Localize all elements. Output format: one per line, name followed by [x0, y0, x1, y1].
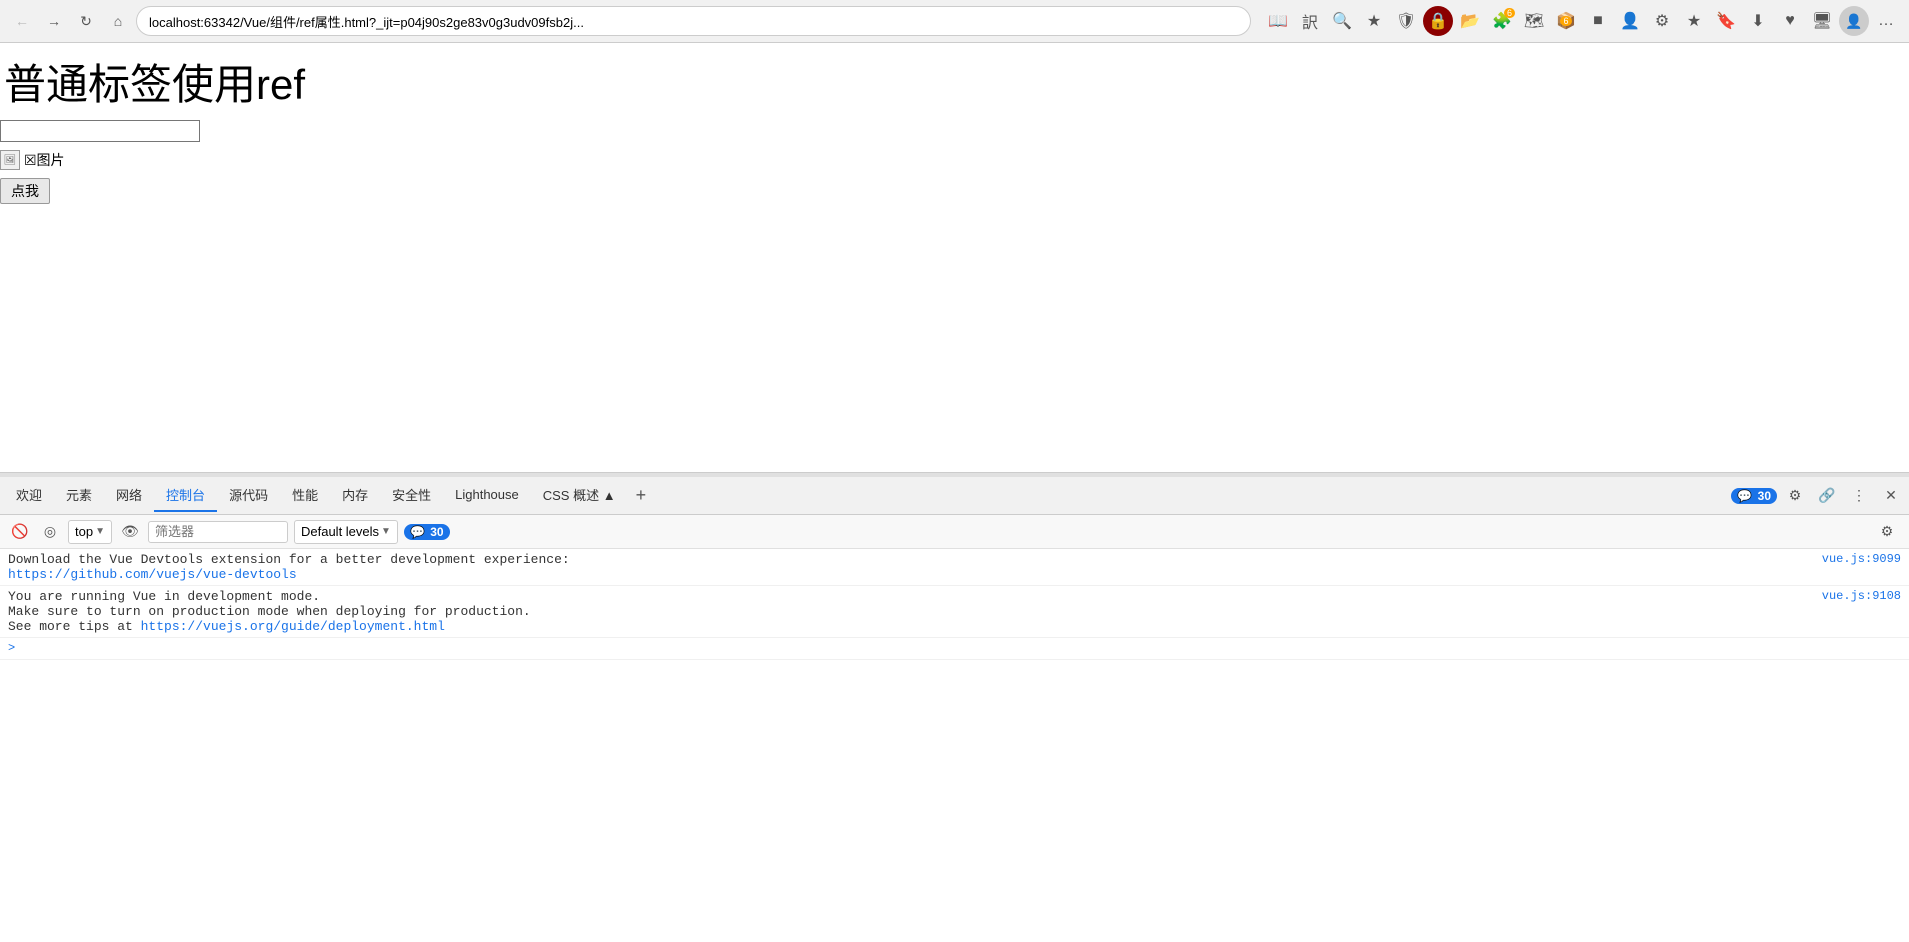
- devtools-more-button[interactable]: ⋮: [1845, 482, 1873, 510]
- devtools-close-button[interactable]: ✕: [1877, 482, 1905, 510]
- img-label: ☒图片: [24, 150, 65, 170]
- console-message-1: Download the Vue Devtools extension for …: [0, 549, 1909, 586]
- back-button[interactable]: ←: [8, 7, 36, 35]
- browser-toolbar-icons: 📖 訳 🔍 ★ 🛡 🔒 📂 🧩6 🗺 📦6 ■ 👤 ⚙ ★ 🔖 ⬇ ♥ 🖥 👤 …: [1263, 6, 1901, 36]
- context-label: top: [75, 524, 93, 539]
- browser-chrome: ← → ↻ ⌂ 📖 訳 🔍 ★ 🛡 🔒 📂 🧩6 🗺 📦6 ■ 👤 ⚙ ★ 🔖 …: [0, 0, 1909, 43]
- level-label: Default levels: [301, 524, 379, 539]
- tab-performance[interactable]: 性能: [280, 479, 330, 512]
- translate-button[interactable]: 訳: [1295, 6, 1325, 36]
- console-badge: 💬 30: [1731, 488, 1777, 504]
- console-msg-text-2: You are running Vue in development mode.…: [8, 589, 1814, 634]
- filter-toggle-button[interactable]: ◎: [38, 520, 62, 544]
- chevron-down-icon: ▼: [95, 526, 105, 537]
- ext3-button[interactable]: 📂: [1455, 6, 1485, 36]
- profile-button[interactable]: 👤: [1839, 6, 1869, 36]
- tab-network[interactable]: 网络: [104, 479, 154, 512]
- tab-elements[interactable]: 元素: [54, 479, 104, 512]
- devtools-settings-button[interactable]: ⚙: [1781, 482, 1809, 510]
- expand-arrow[interactable]: >: [8, 641, 15, 655]
- ext8-button[interactable]: 👤: [1615, 6, 1645, 36]
- ext6-button[interactable]: 📦6: [1551, 6, 1581, 36]
- home-button[interactable]: ⌂: [104, 7, 132, 35]
- address-bar[interactable]: [136, 6, 1251, 36]
- console-output: Download the Vue Devtools extension for …: [0, 549, 1909, 942]
- tab-welcome[interactable]: 欢迎: [4, 479, 54, 512]
- page-content: 普通标签使用ref 🖼 ☒图片 点我: [0, 43, 1909, 433]
- tab-console[interactable]: 控制台: [154, 479, 217, 512]
- ext10-button[interactable]: ★: [1679, 6, 1709, 36]
- clear-console-button[interactable]: 🚫: [8, 520, 32, 544]
- console-msg-line-1: Download the Vue Devtools extension for …: [8, 552, 570, 567]
- badge-count: 30: [1758, 489, 1771, 503]
- level-select[interactable]: Default levels ▼: [294, 520, 398, 544]
- add-tab-button[interactable]: +: [628, 483, 655, 508]
- ext7-button[interactable]: ■: [1583, 6, 1613, 36]
- nav-bar: ← → ↻ ⌂ 📖 訳 🔍 ★ 🛡 🔒 📂 🧩6 🗺 📦6 ■ 👤 ⚙ ★ 🔖 …: [0, 0, 1909, 42]
- console-settings-button[interactable]: ⚙: [1873, 518, 1901, 546]
- broken-image: 🖼 ☒图片: [0, 150, 1909, 170]
- forward-button[interactable]: →: [40, 7, 68, 35]
- console-msg-link-2[interactable]: https://vuejs.org/guide/deployment.html: [141, 619, 445, 634]
- context-select[interactable]: top ▼: [68, 520, 112, 544]
- msg-badge-count: 30: [430, 525, 443, 539]
- badge-icon: 💬: [1737, 489, 1752, 503]
- level-chevron-icon: ▼: [381, 526, 391, 537]
- msg-count-badge: 💬 30: [404, 524, 450, 540]
- more-button[interactable]: …: [1871, 6, 1901, 36]
- page-title: 普通标签使用ref: [0, 51, 1909, 112]
- filter-input[interactable]: [148, 521, 288, 543]
- favorites-button[interactable]: ★: [1359, 6, 1389, 36]
- broken-img-icon: 🖼: [0, 150, 20, 170]
- devtools-tab-icons: 💬 30 ⚙ 🔗 ⋮ ✕: [1731, 482, 1905, 510]
- click-button[interactable]: 点我: [0, 178, 50, 204]
- tab-security[interactable]: 安全性: [380, 479, 443, 512]
- devtools-panel: 欢迎 元素 网络 控制台 源代码 性能 内存 安全性 Lighthouse CS…: [0, 472, 1909, 942]
- search-button[interactable]: 🔍: [1327, 6, 1357, 36]
- console-msg-text-1: Download the Vue Devtools extension for …: [8, 552, 1814, 582]
- tab-sources[interactable]: 源代码: [217, 479, 280, 512]
- console-msg-source-1[interactable]: vue.js:9099: [1822, 552, 1901, 566]
- ext14-button[interactable]: 🖥: [1807, 6, 1837, 36]
- console-expand-row: >: [0, 638, 1909, 660]
- tab-css-overview[interactable]: CSS 概述 ▲: [531, 479, 628, 512]
- console-msg-source-2[interactable]: vue.js:9108: [1822, 589, 1901, 603]
- ref-input[interactable]: [0, 120, 200, 142]
- console-msg-line-2b: Make sure to turn on production mode whe…: [8, 604, 531, 619]
- ext5-button[interactable]: 🗺: [1519, 6, 1549, 36]
- tab-memory[interactable]: 内存: [330, 479, 380, 512]
- msg-badge-icon: 💬: [410, 525, 425, 539]
- tab-lighthouse[interactable]: Lighthouse: [443, 481, 531, 510]
- ext11-button[interactable]: 🔖: [1711, 6, 1741, 36]
- ext4-button[interactable]: 🧩6: [1487, 6, 1517, 36]
- console-msg-link-1[interactable]: https://github.com/vuejs/vue-devtools: [8, 567, 297, 582]
- devtools-tabs: 欢迎 元素 网络 控制台 源代码 性能 内存 安全性 Lighthouse CS…: [0, 477, 1909, 515]
- ext12-button[interactable]: ⬇: [1743, 6, 1773, 36]
- ext13-button[interactable]: ♥: [1775, 6, 1805, 36]
- console-msg-line-2c: See more tips at: [8, 619, 141, 634]
- ext9-button[interactable]: ⚙: [1647, 6, 1677, 36]
- console-message-2: You are running Vue in development mode.…: [0, 586, 1909, 638]
- reader-mode-button[interactable]: 📖: [1263, 6, 1293, 36]
- reload-button[interactable]: ↻: [72, 7, 100, 35]
- ext2-button[interactable]: 🔒: [1423, 6, 1453, 36]
- devtools-toolbar: 🚫 ◎ top ▼ 👁 Default levels ▼ 💬 30 ⚙: [0, 515, 1909, 549]
- console-msg-line-2a: You are running Vue in development mode.: [8, 589, 320, 604]
- ext1-button[interactable]: 🛡: [1391, 6, 1421, 36]
- devtools-remote-button[interactable]: 🔗: [1813, 482, 1841, 510]
- eye-button[interactable]: 👁: [118, 520, 142, 544]
